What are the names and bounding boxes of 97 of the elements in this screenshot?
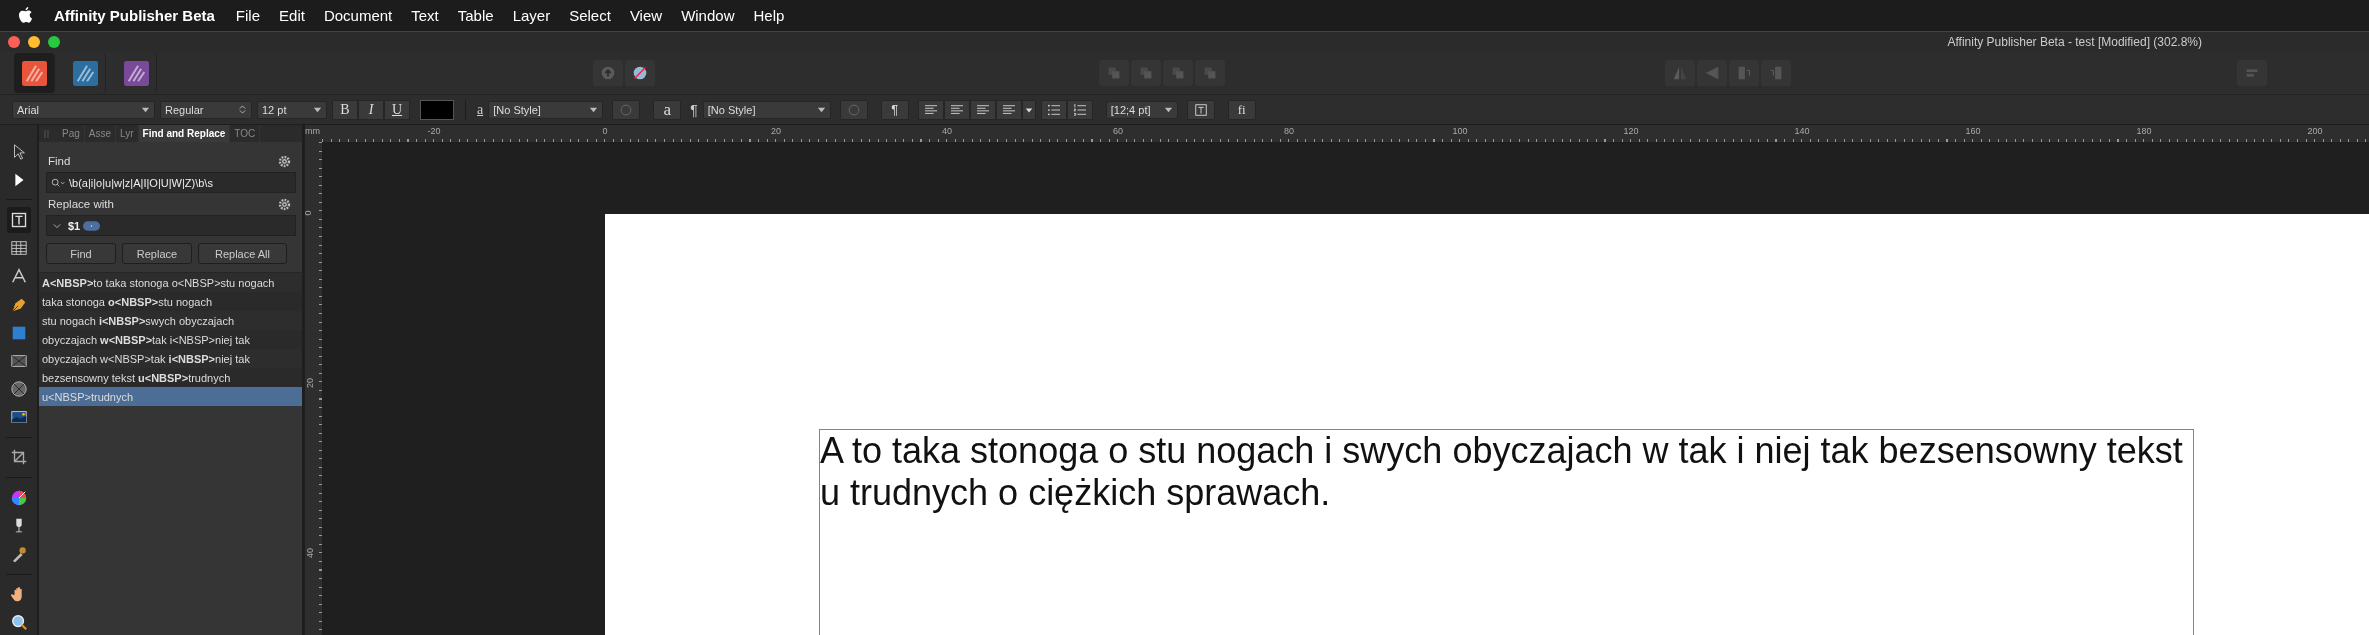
zoom-icon xyxy=(9,613,28,632)
paragraph-style-dropdown[interactable]: [No Style] xyxy=(702,100,831,119)
window-title: Affinity Publisher Beta - test [Modified] (302.8%) xyxy=(1947,35,2202,49)
font-style-dropdown[interactable]: Regular xyxy=(160,100,252,119)
replace-label: Replace with xyxy=(48,198,114,210)
close-button[interactable] xyxy=(8,36,20,48)
panel-tab[interactable]: Pag xyxy=(58,125,85,142)
panel-tab[interactable]: Find and Replace xyxy=(138,125,231,142)
caret-icon xyxy=(313,105,322,114)
body-text: A to taka stonoga o stu nogach i swych obyczajach w tak i niej tak bezsensowny tekst u trudnych o ciężkich sprawach. xyxy=(820,430,2184,514)
minimize-button[interactable] xyxy=(28,36,40,48)
find-field[interactable]: \b(a|i|o|u|w|z|A|I|O|U|W|Z)\b\s xyxy=(46,172,296,193)
font-dropdown[interactable]: Arial xyxy=(12,100,155,119)
align-text-icon[interactable] xyxy=(969,99,996,120)
chevron-icon[interactable] xyxy=(53,222,61,229)
search-icon[interactable] xyxy=(51,177,66,188)
ruler-label: 0 xyxy=(302,210,313,216)
search-result[interactable]: A<NBSP>to taka stonoga o<NBSP>stu nogach xyxy=(39,273,302,292)
space-token-icon xyxy=(83,220,101,231)
panel-button[interactable]: Find xyxy=(46,243,116,264)
ellipse-frame-icon xyxy=(9,380,28,399)
stepper-icon xyxy=(238,105,247,114)
app-logo-icon xyxy=(72,60,98,86)
character-style-dropdown[interactable]: [No Style] xyxy=(488,100,604,119)
ruler-label: 200 xyxy=(2307,126,2323,136)
replace-field[interactable]: $1 xyxy=(46,215,296,236)
search-result[interactable]: taka stonoga o<NBSP>stu nogach xyxy=(39,292,302,311)
character-style-button[interactable]: a xyxy=(653,99,682,120)
publisher-persona-button[interactable] xyxy=(14,53,55,93)
ruler-label: 20 xyxy=(771,126,781,136)
caret-icon xyxy=(816,105,826,114)
frame-text-tool[interactable] xyxy=(6,207,31,233)
spacing-dropdown[interactable]: [12;4 pt] xyxy=(1105,100,1178,119)
caret-icon xyxy=(141,105,150,114)
app-menu[interactable]: Affinity Publisher Beta xyxy=(54,7,215,24)
ruler-label: 140 xyxy=(1794,126,1810,136)
bold-button[interactable]: B xyxy=(332,99,358,120)
align-text-icon[interactable] xyxy=(917,99,944,120)
menu-item[interactable]: Window xyxy=(681,7,735,24)
menu-item[interactable]: Layer xyxy=(512,7,551,24)
ruler-label: 60 xyxy=(1113,126,1123,136)
ruler-label: 100 xyxy=(1452,126,1468,136)
ruler-label: 120 xyxy=(1623,126,1639,136)
align-text-icon[interactable] xyxy=(943,99,970,120)
find-label: Find xyxy=(48,155,71,167)
menu-item[interactable]: Help xyxy=(753,7,785,24)
ruler-unit-label: mm xyxy=(305,125,321,138)
table-icon xyxy=(9,239,28,258)
panel-tab[interactable]: Asse xyxy=(84,125,117,142)
menu-item[interactable]: Text xyxy=(411,7,439,24)
menu-item[interactable]: Edit xyxy=(279,7,305,24)
italic-button[interactable]: I xyxy=(358,99,384,120)
character-style-label: a xyxy=(477,101,484,118)
caret-icon xyxy=(589,105,599,114)
ruler-label: 40 xyxy=(942,126,952,136)
panel-tab[interactable]: TOC xyxy=(230,125,261,142)
search-result[interactable]: u<NBSP>trudnych xyxy=(39,387,302,406)
color-wheel-icon xyxy=(9,488,28,507)
ruler-label: 180 xyxy=(2136,126,2152,136)
underline-button[interactable]: U xyxy=(384,99,410,120)
search-result[interactable]: stu nogach i<NBSP>swych obyczajach xyxy=(39,311,302,330)
app-logo-icon xyxy=(21,60,47,86)
menu-item[interactable]: Document xyxy=(323,7,393,24)
align-text-icon[interactable] xyxy=(995,99,1022,120)
panel-button[interactable]: Replace All xyxy=(198,243,287,264)
ruler-label: 20 xyxy=(305,378,315,388)
menu-item[interactable]: Select xyxy=(569,7,611,24)
settings-icon[interactable] xyxy=(278,154,291,168)
apple-logo-icon[interactable] xyxy=(18,7,33,24)
numbered-list-icon[interactable] xyxy=(1066,99,1093,120)
search-result[interactable]: bezsensowny tekst u<NBSP>trudnych xyxy=(39,368,302,387)
menu-item[interactable]: Table xyxy=(457,7,494,24)
paragraph-style-button[interactable]: ¶ xyxy=(880,99,909,120)
bullet-list-icon[interactable] xyxy=(1040,99,1067,120)
ruler-label: 0 xyxy=(602,126,608,136)
ruler-label: 40 xyxy=(305,548,315,558)
ligature-button[interactable]: fi xyxy=(1227,99,1256,120)
font-size-dropdown[interactable]: 12 pt xyxy=(257,100,327,119)
text-color-swatch[interactable] xyxy=(420,99,454,120)
text-frame-icon[interactable] xyxy=(1186,99,1215,120)
paragraph-style-label: ¶ xyxy=(690,101,698,118)
search-result[interactable]: obyczajach w<NBSP>tak i<NBSP>niej tak xyxy=(39,330,302,349)
ruler-label: -20 xyxy=(427,126,441,136)
panel-tab[interactable]: Lyr xyxy=(116,125,139,142)
crop-icon xyxy=(9,448,28,467)
panel-button[interactable]: Replace xyxy=(122,243,192,264)
menu-item[interactable]: File xyxy=(235,7,261,24)
text-frame[interactable]: A to taka stonoga o stu nogach i swych obyczajach w tak i niej tak bezsensowny tekst u trudnych o ciężkich sprawach. xyxy=(819,429,2194,635)
ruler-label: 160 xyxy=(1965,126,1981,136)
settings-icon[interactable] xyxy=(278,197,291,211)
caret-icon xyxy=(1163,105,1173,114)
ruler-label: 80 xyxy=(1284,126,1294,136)
zoom-button[interactable] xyxy=(48,36,60,48)
frame-text-icon xyxy=(9,210,28,229)
menu-item[interactable]: View xyxy=(629,7,663,24)
app-logo-icon xyxy=(123,60,149,86)
search-result[interactable]: obyczajach w<NBSP>tak i<NBSP>niej tak xyxy=(39,349,302,368)
